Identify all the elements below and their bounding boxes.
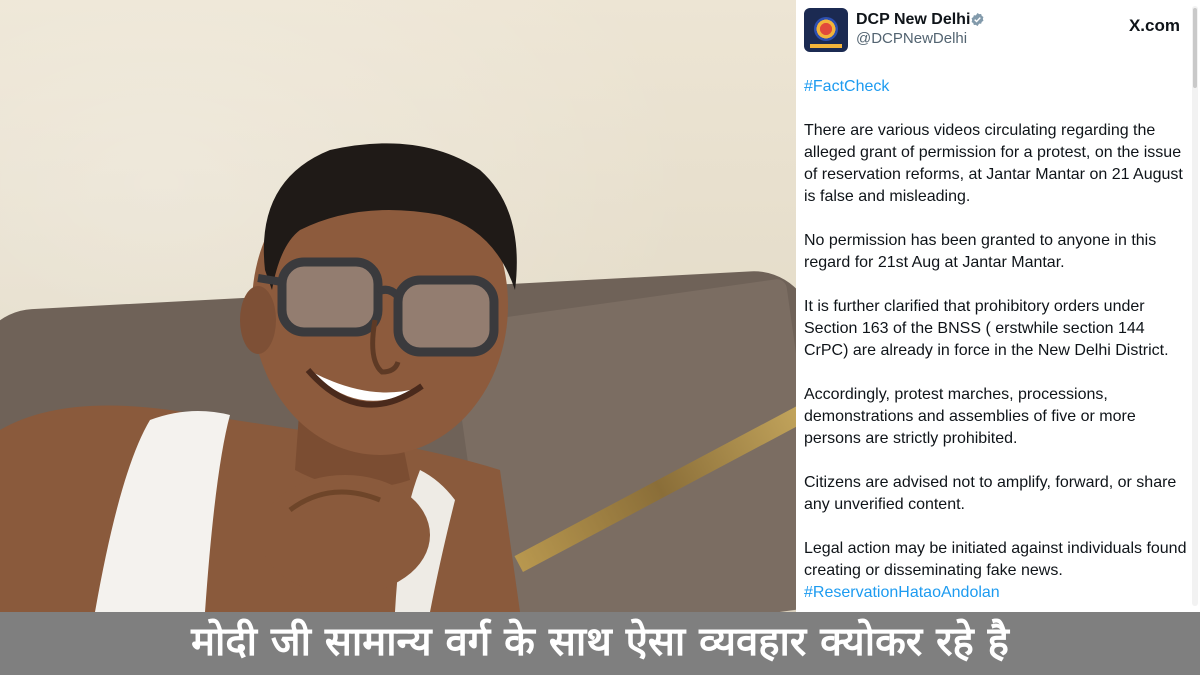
- author-avatar[interactable]: [804, 8, 848, 52]
- author-name[interactable]: DCP New Delhi: [856, 11, 970, 29]
- author-handle[interactable]: @DCPNewDelhi: [856, 30, 967, 47]
- source-label: X.com: [1128, 16, 1180, 35]
- tweet-body: #FactCheck There are various videos circ…: [804, 76, 1188, 604]
- tweet-paragraph: Legal action may be initiated against in…: [804, 540, 1187, 579]
- tweet-paragraph: There are various videos circulating reg…: [804, 122, 1183, 205]
- tweet-paragraph: Accordingly, protest marches, procession…: [804, 386, 1136, 447]
- verified-badge-icon: [971, 12, 984, 27]
- police-emblem-icon: [814, 17, 838, 41]
- hashtag-factcheck[interactable]: #FactCheck: [804, 78, 889, 95]
- tweet-header: DCP New Delhi @DCPNewDelhi X.com: [804, 6, 1192, 56]
- video-frame: [0, 0, 796, 612]
- person-illustration: [0, 143, 520, 612]
- caption-band: मोदी जी सामान्य वर्ग के साथ ऐसा व्यवहार …: [0, 612, 1200, 675]
- tweet-paragraph: It is further clarified that prohibitory…: [804, 298, 1169, 359]
- card-scrollbar[interactable]: [1192, 6, 1198, 606]
- tweet-card: DCP New Delhi @DCPNewDelhi X.com #FactCh…: [796, 0, 1200, 612]
- card-scrollbar-thumb[interactable]: [1193, 8, 1197, 88]
- hashtag-reservation[interactable]: #ReservationHataoAndolan: [804, 582, 1188, 604]
- emblem-bar: [810, 44, 842, 48]
- tweet-paragraph: Citizens are advised not to amplify, for…: [804, 474, 1177, 513]
- tweet-paragraph: No permission has been granted to anyone…: [804, 232, 1157, 271]
- hindi-caption: मोदी जी सामान्य वर्ग के साथ ऐसा व्यवहार …: [191, 619, 1009, 665]
